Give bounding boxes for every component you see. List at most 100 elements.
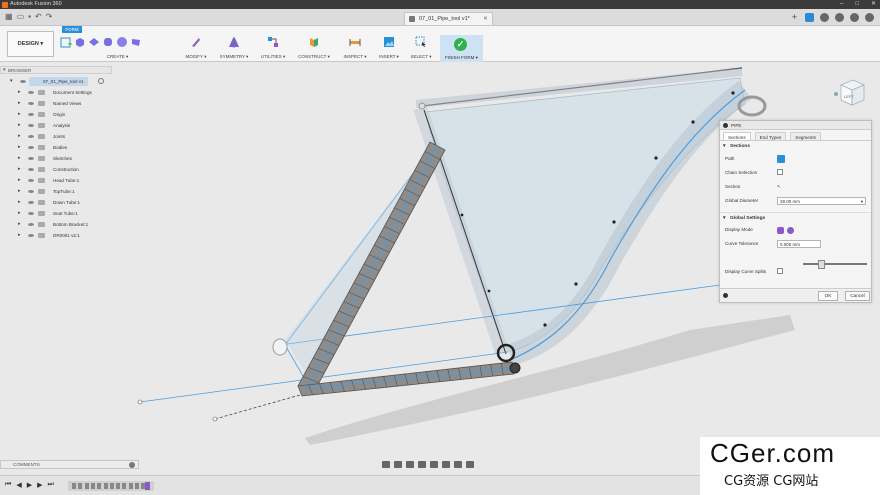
expand-arrow-icon[interactable]: ▸: [18, 175, 21, 186]
torus-icon[interactable]: [130, 36, 142, 48]
timeline-feature-icon[interactable]: [103, 483, 108, 489]
expand-arrow-icon[interactable]: ▸: [18, 109, 21, 120]
zoom-icon[interactable]: [418, 461, 426, 468]
chevron-down-icon[interactable]: ▾: [861, 198, 863, 205]
viewcube[interactable]: LEFT: [833, 78, 871, 108]
timeline-feature-icon[interactable]: [72, 483, 76, 489]
browser-item[interactable]: ▸ Sketches: [0, 153, 112, 164]
close-icon[interactable]: ✕: [871, 0, 876, 9]
timeline-track[interactable]: [68, 481, 154, 491]
expand-arrow-icon[interactable]: ▸: [18, 153, 21, 164]
document-tab[interactable]: 07_01_Pipe_tool v1* ✕: [404, 12, 493, 25]
box-icon[interactable]: [74, 36, 86, 48]
ok-button[interactable]: OK: [818, 291, 838, 301]
timeline-feature-icon[interactable]: [90, 483, 95, 489]
minimize-icon[interactable]: –: [840, 0, 843, 9]
visibility-eye-icon[interactable]: [28, 91, 34, 94]
global-settings-title[interactable]: Global Settings: [720, 212, 871, 224]
go-to-start-icon[interactable]: ⏮: [5, 481, 11, 489]
visibility-eye-icon[interactable]: [28, 179, 34, 182]
file-icon[interactable]: ▭: [17, 12, 25, 21]
timeline-feature-icon[interactable]: [109, 483, 114, 489]
browser-item[interactable]: ▸ Bottom Bracket:1: [0, 219, 112, 230]
utilities-icon[interactable]: [267, 36, 279, 48]
step-forward-icon[interactable]: ▶: [37, 481, 42, 489]
visibility-eye-icon[interactable]: [28, 201, 34, 204]
viewports-icon[interactable]: [466, 461, 474, 468]
timeline-feature-icon[interactable]: [116, 483, 121, 489]
expand-arrow-icon[interactable]: ▸: [18, 164, 21, 175]
browser-item[interactable]: ▸ Document Settings: [0, 87, 112, 98]
timeline-feature-icon[interactable]: [135, 483, 139, 489]
utilities-group[interactable]: UTILITIES ▾: [258, 34, 288, 61]
maximize-icon[interactable]: □: [855, 0, 859, 9]
visibility-eye-icon[interactable]: [28, 135, 34, 138]
tab-sections[interactable]: Sections: [723, 132, 751, 140]
fit-icon[interactable]: [430, 461, 438, 468]
browser-item[interactable]: ▸ Head Tube:1: [0, 175, 112, 186]
curve-tolerance-input[interactable]: 0.000 mm: [777, 240, 821, 248]
expand-arrow-icon[interactable]: ▸: [18, 197, 21, 208]
orbit-icon[interactable]: [382, 461, 390, 468]
browser-item[interactable]: ▸ Down Tube:1: [0, 197, 112, 208]
timeline-feature-icon[interactable]: [141, 483, 146, 489]
tab-segments[interactable]: Segments: [790, 132, 821, 140]
play-icon[interactable]: ▶: [27, 481, 32, 489]
expand-arrow-icon[interactable]: ▸: [18, 131, 21, 142]
timeline-feature-icon[interactable]: [84, 483, 89, 489]
expand-arrow-icon[interactable]: ▸: [18, 230, 21, 241]
viewcube-home-icon[interactable]: [834, 92, 838, 96]
pipe-dialog-title[interactable]: PIPE: [720, 121, 871, 130]
timeline-feature-icon[interactable]: [122, 483, 127, 489]
construct-plane-icon[interactable]: [308, 36, 320, 48]
extensions-icon[interactable]: [805, 13, 814, 22]
measure-icon[interactable]: [349, 36, 361, 48]
expand-arrow-icon[interactable]: ▸: [18, 208, 21, 219]
create-group[interactable]: CREATE ▾: [60, 34, 175, 61]
workspace-switcher[interactable]: DESIGN ▾: [7, 31, 54, 57]
expand-arrow-icon[interactable]: ▸: [18, 186, 21, 197]
info-icon[interactable]: [723, 293, 728, 298]
new-tab-icon[interactable]: +: [790, 13, 799, 22]
grid-icon[interactable]: ▦: [5, 12, 13, 21]
go-to-end-icon[interactable]: ⏭: [47, 481, 53, 489]
section-cursor-icon[interactable]: ↖: [777, 180, 781, 194]
expand-arrow-icon[interactable]: ▸: [18, 98, 21, 109]
finish-form-button[interactable]: ✓ FINISH FORM ▾: [440, 35, 483, 62]
box-form-icon[interactable]: [60, 36, 72, 48]
curve-tolerance-slider[interactable]: [803, 260, 867, 269]
visibility-eye-icon[interactable]: [28, 212, 34, 215]
visibility-eye-icon[interactable]: [28, 168, 34, 171]
timeline-end-marker[interactable]: [145, 482, 150, 490]
user-avatar[interactable]: [865, 13, 874, 22]
display-settings-icon[interactable]: [442, 461, 450, 468]
visibility-eye-icon[interactable]: [28, 113, 34, 116]
visibility-eye-icon[interactable]: [28, 102, 34, 105]
expand-arrow-icon[interactable]: ▸: [18, 120, 21, 131]
cylinder-icon[interactable]: [102, 36, 114, 48]
undo-icon[interactable]: ↶: [35, 12, 42, 21]
expand-arrow-icon[interactable]: ▸: [18, 219, 21, 230]
visibility-eye-icon[interactable]: [28, 234, 34, 237]
visibility-eye-icon[interactable]: [28, 223, 34, 226]
comments-panel[interactable]: COMMENTS: [0, 460, 139, 469]
inspect-group[interactable]: INSPECT ▾: [340, 34, 370, 61]
browser-item[interactable]: ▸ Joints: [0, 131, 112, 142]
expand-arrow-icon[interactable]: ▸: [18, 87, 21, 98]
symmetry-group[interactable]: SYMMETRY ▾: [215, 34, 253, 61]
smooth-mode-icon[interactable]: [787, 227, 794, 234]
tab-end-types[interactable]: End Types: [754, 132, 787, 140]
browser-item[interactable]: ▸ Analysis: [0, 120, 112, 131]
browser-item[interactable]: ▸ Named Views: [0, 98, 112, 109]
path-select-button[interactable]: [777, 155, 785, 163]
expand-arrow-icon[interactable]: ▸: [18, 142, 21, 153]
tab-form[interactable]: FORM: [62, 26, 82, 33]
display-curve-splits-checkbox[interactable]: [777, 268, 783, 274]
box-mode-icon[interactable]: [777, 227, 784, 234]
symmetry-icon[interactable]: [228, 36, 240, 48]
save-icon[interactable]: ▪: [28, 12, 31, 21]
insert-group[interactable]: INSERT ▾: [375, 34, 403, 61]
browser-item[interactable]: ▸ DR0001 v2:1: [0, 230, 112, 241]
visibility-eye-icon[interactable]: [20, 80, 26, 83]
browser-item[interactable]: ▸ Construction: [0, 164, 112, 175]
